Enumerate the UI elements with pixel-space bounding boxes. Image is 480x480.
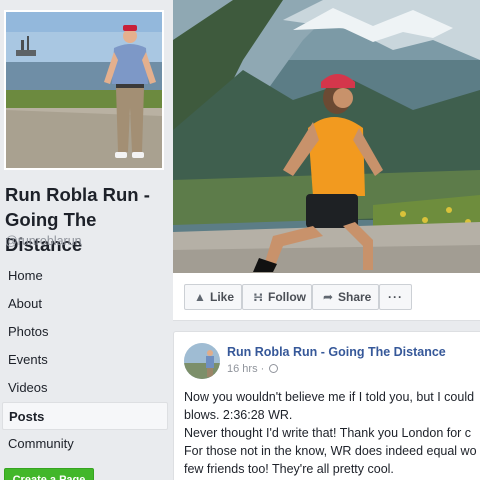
post-timestamp[interactable]: 16 hrs · (227, 363, 279, 375)
share-label: Share (338, 290, 372, 304)
post-text-line: Now you wouldn't believe me if I told yo… (184, 390, 475, 404)
profile-photo-image (6, 12, 162, 168)
page-title-line-2: Going The Distance (5, 209, 97, 255)
nav-item-home[interactable]: Home (0, 262, 168, 290)
post-text-line: blows. 2:36:28 WR. (184, 408, 293, 422)
share-arrow-icon: ➦ (322, 290, 334, 304)
nav-item-photos[interactable]: Photos (0, 318, 168, 346)
follow-button[interactable]: ∺ Follow (242, 284, 312, 310)
nav-item-about[interactable]: About (0, 290, 168, 318)
cover-photo-image (173, 0, 480, 273)
post-card: Run Robla Run - Going The Distance 16 hr… (173, 331, 480, 480)
left-column: Run Robla Run - Going The Distance @runr… (0, 0, 173, 480)
page-username[interactable]: @runroblarun (5, 234, 82, 248)
page-action-bar: ▲ Like ∺ Follow ➦ Share ··· (173, 273, 480, 321)
avatar[interactable] (184, 343, 220, 379)
post-text: Now you wouldn't believe me if I told yo… (184, 388, 480, 478)
more-options-button[interactable]: ··· (379, 284, 412, 310)
nav-item-events[interactable]: Events (0, 346, 168, 374)
globe-icon (269, 364, 279, 373)
post-text-line: Never thought I'd write that! Thank you … (184, 426, 472, 440)
rss-icon: ∺ (252, 290, 264, 304)
nav-item-videos[interactable]: Videos (0, 374, 168, 402)
nav-item-community[interactable]: Community (0, 430, 168, 458)
post-author-link[interactable]: Run Robla Run - Going The Distance (227, 345, 446, 359)
page-navigation: Home About Photos Events Videos Posts Co… (0, 262, 168, 458)
nav-item-posts[interactable]: Posts (2, 402, 168, 430)
follow-label: Follow (268, 290, 306, 304)
like-button[interactable]: ▲ Like (184, 284, 242, 310)
post-text-line: few friends too! They're all pretty cool… (184, 462, 394, 476)
like-label: Like (210, 290, 235, 304)
share-button[interactable]: ➦ Share (312, 284, 379, 310)
avatar-image (184, 343, 220, 379)
page-title-line-1: Run Robla Run - (5, 184, 150, 205)
cover-photo[interactable] (173, 0, 480, 273)
post-text-line: For those not in the know, WR does indee… (184, 444, 477, 458)
profile-picture[interactable] (4, 10, 164, 170)
meta-separator: · (260, 363, 265, 375)
thumbs-up-icon: ▲ (194, 290, 206, 304)
create-page-button[interactable]: Create a Page (4, 468, 94, 480)
post-time: 16 hrs (227, 363, 258, 375)
